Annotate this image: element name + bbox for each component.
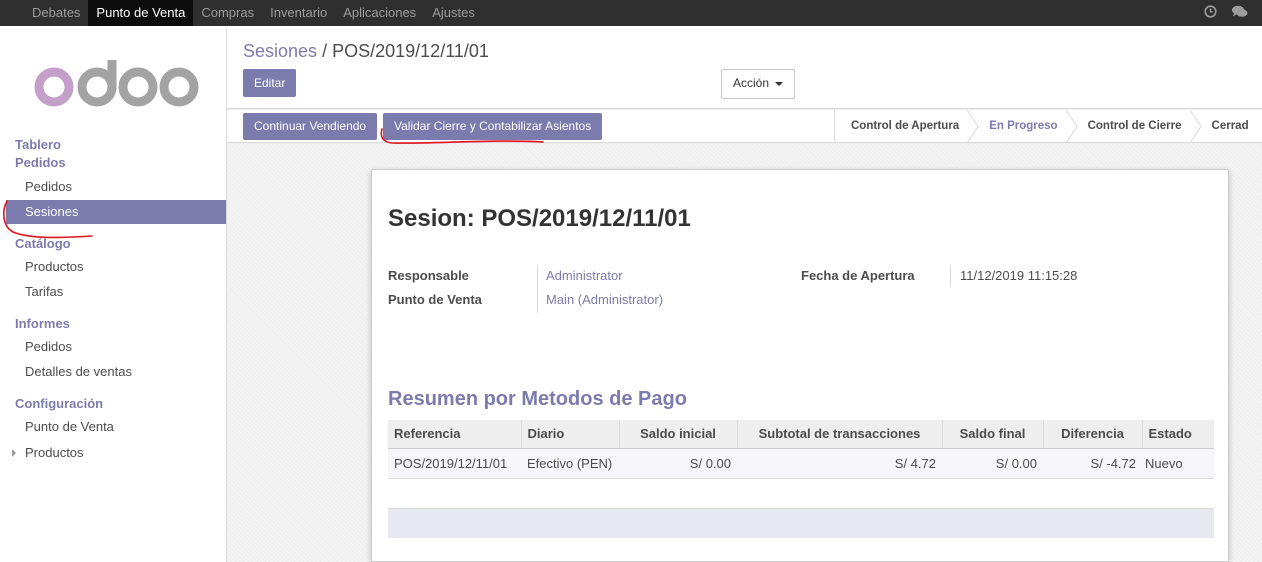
step-en-progreso[interactable]: En Progreso bbox=[973, 110, 1078, 143]
chat-icon[interactable] bbox=[1231, 5, 1248, 21]
col-saldo-inicial[interactable]: Saldo inicial bbox=[619, 420, 738, 449]
sidebar-header-pedidos[interactable]: Pedidos bbox=[15, 155, 66, 170]
app-menu: Debates Punto de Venta Compras Inventari… bbox=[24, 0, 483, 26]
sidebar: Tablero Pedidos Pedidos Sesiones Catálog… bbox=[6, 28, 227, 562]
col-saldo-final[interactable]: Saldo final bbox=[942, 420, 1044, 449]
step-label: Control de Cierre bbox=[1087, 120, 1182, 132]
status-steps: Control de Apertura En Progreso Control … bbox=[834, 110, 1249, 143]
cell-subtotal: S/ 4.72 bbox=[737, 448, 942, 479]
sidebar-item-sesiones[interactable]: Sesiones bbox=[6, 200, 226, 224]
step-control-apertura[interactable]: Control de Apertura bbox=[835, 110, 979, 143]
menu-aplicaciones[interactable]: Aplicaciones bbox=[335, 0, 424, 26]
table-row[interactable]: POS/2019/12/11/01 Efectivo (PEN) S/ 0.00… bbox=[388, 448, 1214, 479]
step-label: En Progreso bbox=[989, 120, 1058, 132]
sidebar-item-tarifas[interactable]: Tarifas bbox=[6, 280, 226, 304]
sidebar-header-catalogo[interactable]: Catálogo bbox=[15, 236, 71, 251]
punto-de-venta-label: Punto de Venta bbox=[388, 292, 482, 307]
statusbar: Continuar Vendiendo Validar Cierre y Con… bbox=[227, 110, 1262, 143]
caret-right-icon bbox=[12, 449, 16, 457]
step-cerrado[interactable]: Cerrad bbox=[1196, 110, 1249, 143]
fecha-apertura-label: Fecha de Apertura bbox=[801, 268, 915, 283]
sidebar-header-informes[interactable]: Informes bbox=[15, 316, 70, 331]
form-sheet: Sesion: POS/2019/12/11/01 Responsable Ad… bbox=[371, 169, 1229, 562]
continue-selling-button[interactable]: Continuar Vendiendo bbox=[243, 113, 378, 140]
action-dropdown-label: Acción bbox=[733, 76, 770, 90]
punto-de-venta-value[interactable]: Main (Administrator) bbox=[546, 292, 663, 307]
step-label: Control de Apertura bbox=[851, 120, 960, 132]
sidebar-item-pedidos[interactable]: Pedidos bbox=[6, 175, 226, 199]
action-dropdown[interactable]: Acción bbox=[721, 69, 796, 99]
breadcrumb-separator: / bbox=[322, 41, 328, 61]
step-control-cierre[interactable]: Control de Cierre bbox=[1072, 110, 1202, 143]
sidebar-item-productos[interactable]: Productos bbox=[6, 255, 226, 279]
breadcrumb-current: POS/2019/12/11/01 bbox=[332, 41, 489, 61]
col-estado[interactable]: Estado bbox=[1142, 420, 1214, 449]
form-title: Sesion: POS/2019/12/11/01 bbox=[388, 205, 691, 232]
sidebar-item-config-productos[interactable]: Productos bbox=[6, 441, 226, 465]
fecha-apertura-value: 11/12/2019 11:15:28 bbox=[960, 268, 1078, 283]
col-subtotal[interactable]: Subtotal de transacciones bbox=[737, 420, 943, 449]
sidebar-header-tablero[interactable]: Tablero bbox=[15, 137, 61, 152]
menu-compras[interactable]: Compras bbox=[193, 0, 262, 26]
main-content: Sesiones / POS/2019/12/11/01 Editar Acci… bbox=[227, 28, 1262, 562]
step-label: Cerrad bbox=[1211, 120, 1249, 132]
menu-ajustes[interactable]: Ajustes bbox=[424, 0, 483, 26]
validate-close-button[interactable]: Validar Cierre y Contabilizar Asientos bbox=[383, 113, 603, 140]
menu-debates[interactable]: Debates bbox=[24, 0, 88, 26]
odoo-logo[interactable] bbox=[32, 60, 202, 108]
cell-saldo-inicial: S/ 0.00 bbox=[619, 448, 737, 479]
clock-icon[interactable] bbox=[1204, 5, 1217, 21]
field-separator bbox=[950, 265, 951, 287]
chevron-down-icon bbox=[775, 81, 784, 86]
control-panel: Sesiones / POS/2019/12/11/01 Editar Acci… bbox=[227, 28, 1262, 109]
cell-referencia: POS/2019/12/11/01 bbox=[388, 448, 521, 479]
sidebar-item-informes-pedidos[interactable]: Pedidos bbox=[6, 335, 226, 359]
col-diario[interactable]: Diario bbox=[521, 420, 620, 449]
step-arrow-icon bbox=[967, 110, 979, 143]
field-separator bbox=[537, 265, 538, 313]
sidebar-item-label: Productos bbox=[25, 445, 84, 460]
breadcrumb-sesiones[interactable]: Sesiones bbox=[243, 41, 317, 61]
col-referencia[interactable]: Referencia bbox=[388, 420, 522, 449]
edit-button[interactable]: Editar bbox=[243, 69, 297, 97]
sidebar-item-detalles-ventas[interactable]: Detalles de ventas bbox=[6, 360, 226, 384]
cell-diferencia: S/ -4.72 bbox=[1043, 448, 1142, 479]
cell-estado: Nuevo bbox=[1142, 448, 1214, 479]
cell-diario: Efectivo (PEN) bbox=[521, 448, 619, 479]
step-arrow-icon bbox=[1065, 110, 1078, 143]
top-navbar: Debates Punto de Venta Compras Inventari… bbox=[0, 0, 1262, 26]
cell-saldo-final: S/ 0.00 bbox=[942, 448, 1043, 479]
payment-methods-table: Referencia Diario Saldo inicial Subtotal… bbox=[388, 420, 1214, 479]
step-arrow-icon bbox=[1189, 110, 1202, 143]
col-diferencia[interactable]: Diferencia bbox=[1043, 420, 1143, 449]
table-header-row: Referencia Diario Saldo inicial Subtotal… bbox=[388, 420, 1214, 449]
sidebar-header-configuracion[interactable]: Configuración bbox=[15, 396, 103, 411]
responsable-label: Responsable bbox=[388, 268, 469, 283]
table-footer bbox=[388, 508, 1214, 538]
payment-summary-title: Resumen por Metodos de Pago bbox=[388, 388, 687, 410]
responsable-value[interactable]: Administrator bbox=[546, 268, 623, 283]
breadcrumb: Sesiones / POS/2019/12/11/01 bbox=[243, 41, 489, 62]
menu-punto-de-venta[interactable]: Punto de Venta bbox=[88, 0, 194, 26]
sidebar-item-punto-de-venta[interactable]: Punto de Venta bbox=[6, 415, 226, 439]
menu-inventario[interactable]: Inventario bbox=[262, 0, 335, 26]
